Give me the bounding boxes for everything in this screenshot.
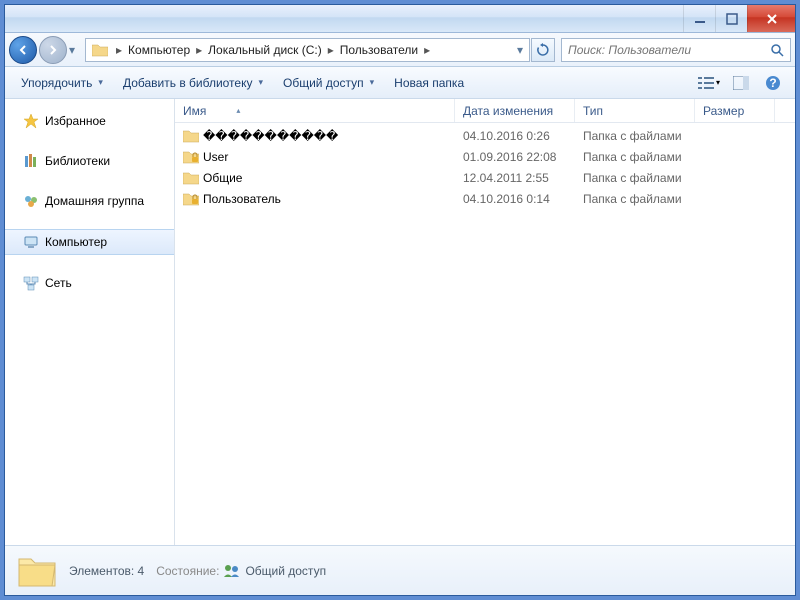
maximize-button[interactable] — [715, 5, 747, 32]
file-list[interactable]: ����������� 04.10.2016 0:26 Папка с файл… — [175, 123, 795, 545]
column-headers: Имя Дата изменения Тип Размер — [175, 99, 795, 123]
sidebar-item-libraries[interactable]: Библиотеки — [5, 149, 174, 173]
file-name: User — [203, 150, 228, 164]
toolbar: Упорядочить Добавить в библиотеку Общий … — [5, 67, 795, 99]
folder-icon — [17, 553, 57, 589]
preview-pane-button[interactable] — [727, 71, 755, 95]
file-type: Папка с файлами — [575, 150, 695, 164]
folder-icon — [183, 129, 199, 143]
folder-icon — [183, 150, 199, 164]
sidebar-item-favorites[interactable]: Избранное — [5, 109, 174, 133]
file-type: Папка с файлами — [575, 129, 695, 143]
folder-icon — [183, 171, 199, 185]
navbar: ▾ ▸ Компьютер ▸ Локальный диск (C:) ▸ По… — [5, 33, 795, 67]
file-date: 01.09.2016 22:08 — [455, 150, 575, 164]
statusbar: Элементов: 4 Состояние: Общий доступ — [5, 545, 795, 595]
sidebar-item-homegroup[interactable]: Домашняя группа — [5, 189, 174, 213]
star-icon — [23, 113, 39, 129]
sidebar-label: Компьютер — [45, 235, 107, 249]
sidebar-label: Домашняя группа — [45, 194, 144, 208]
breadcrumb-dropdown[interactable]: ▾ — [513, 43, 527, 57]
file-type: Папка с файлами — [575, 192, 695, 206]
libraries-icon — [23, 153, 39, 169]
column-date[interactable]: Дата изменения — [455, 99, 575, 122]
file-row[interactable]: Общие 12.04.2011 2:55 Папка с файлами — [175, 167, 795, 188]
chevron-right-icon[interactable]: ▸ — [324, 43, 338, 57]
homegroup-icon — [23, 193, 39, 209]
breadcrumb[interactable]: ▸ Компьютер ▸ Локальный диск (C:) ▸ Поль… — [85, 38, 530, 62]
file-name: ����������� — [203, 129, 338, 143]
back-button[interactable] — [9, 36, 37, 64]
chevron-right-icon[interactable]: ▸ — [420, 43, 434, 57]
include-in-library-menu[interactable]: Добавить в библиотеку — [115, 72, 271, 94]
titlebar[interactable] — [5, 5, 795, 33]
new-folder-button[interactable]: Новая папка — [386, 72, 472, 94]
minimize-button[interactable] — [683, 5, 715, 32]
sidebar-label: Сеть — [45, 276, 72, 290]
file-name: Пользователь — [203, 192, 281, 206]
search-icon[interactable] — [770, 43, 784, 57]
refresh-button[interactable] — [531, 38, 555, 62]
network-icon — [23, 275, 39, 291]
file-date: 04.10.2016 0:14 — [455, 192, 575, 206]
column-type[interactable]: Тип — [575, 99, 695, 122]
navigation-pane: Избранное Библиотеки Домашняя группа — [5, 99, 175, 545]
close-button[interactable] — [747, 5, 795, 32]
file-row[interactable]: Пользователь 04.10.2016 0:14 Папка с фай… — [175, 188, 795, 209]
people-icon — [223, 564, 241, 578]
explorer-window: ▾ ▸ Компьютер ▸ Локальный диск (C:) ▸ По… — [4, 4, 796, 596]
file-row[interactable]: ����������� 04.10.2016 0:26 Папка с файл… — [175, 125, 795, 146]
folder-icon — [183, 192, 199, 206]
file-view: Имя Дата изменения Тип Размер ����������… — [175, 99, 795, 545]
recent-dropdown[interactable]: ▾ — [69, 43, 83, 57]
column-name[interactable]: Имя — [175, 99, 455, 122]
file-date: 12.04.2011 2:55 — [455, 171, 575, 185]
forward-button[interactable] — [39, 36, 67, 64]
search-input[interactable] — [568, 43, 770, 57]
breadcrumb-computer[interactable]: Компьютер — [126, 43, 192, 57]
column-size[interactable]: Размер — [695, 99, 775, 122]
sidebar-item-network[interactable]: Сеть — [5, 271, 174, 295]
chevron-right-icon[interactable]: ▸ — [112, 43, 126, 57]
sidebar-label: Избранное — [45, 114, 106, 128]
file-date: 04.10.2016 0:26 — [455, 129, 575, 143]
search-box[interactable] — [561, 38, 791, 62]
breadcrumb-drive[interactable]: Локальный диск (C:) — [206, 43, 324, 57]
breadcrumb-users[interactable]: Пользователи — [338, 43, 420, 57]
view-options-button[interactable] — [695, 71, 723, 95]
file-type: Папка с файлами — [575, 171, 695, 185]
help-button[interactable]: ? — [759, 71, 787, 95]
content-area: Избранное Библиотеки Домашняя группа — [5, 99, 795, 545]
file-row[interactable]: User 01.09.2016 22:08 Папка с файлами — [175, 146, 795, 167]
file-name: Общие — [203, 171, 242, 185]
status-state-label: Состояние: — [156, 564, 219, 578]
folder-icon — [92, 43, 108, 57]
chevron-right-icon[interactable]: ▸ — [192, 43, 206, 57]
sidebar-item-computer[interactable]: Компьютер — [5, 229, 174, 255]
status-state-value: Общий доступ — [245, 564, 326, 578]
share-menu[interactable]: Общий доступ — [275, 72, 382, 94]
organize-menu[interactable]: Упорядочить — [13, 72, 111, 94]
computer-icon — [23, 234, 39, 250]
status-item-count: Элементов: 4 — [69, 564, 144, 578]
sidebar-label: Библиотеки — [45, 154, 110, 168]
svg-text:?: ? — [769, 76, 776, 90]
